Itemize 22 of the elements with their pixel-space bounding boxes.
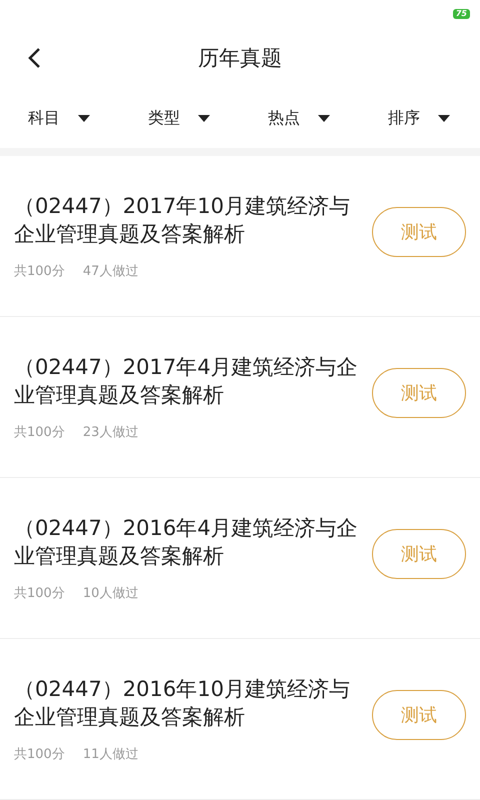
attempts-text: 47人做过 [82,262,138,280]
score-text: 共100分 [14,584,65,602]
attempts-text: 11人做过 [82,746,138,763]
score-text: 共100分 [14,424,65,441]
filter-dropdown[interactable]: 热点 [240,108,330,129]
attempts-text: 10人做过 [82,584,138,602]
paper-title: （02447）2016年10月建筑经济与企业管理真题及答案解析 [14,676,351,731]
attempts-text: 23人做过 [82,424,138,441]
battery-icon: 75 [452,8,470,19]
filter-dropdown[interactable]: 科目 [0,108,90,129]
caret-down-icon [78,114,90,122]
score-text: 共100分 [14,262,65,280]
paper-title: （02447）2017年10月建筑经济与企业管理真题及答案解析 [14,192,351,248]
page-title: 历年真题 [198,45,282,72]
caret-down-icon [318,114,330,122]
caret-down-icon [198,114,210,122]
filter-dropdown[interactable]: 排序 [360,108,450,129]
paper-title: （02447）2017年4月建筑经济与企业管理真题及答案解析 [14,354,358,409]
paper-title: （02447）2016年4月建筑经济与企业管理真题及答案解析 [14,514,358,570]
score-text: 共100分 [14,746,65,763]
caret-down-icon [438,114,450,122]
filter-dropdown[interactable]: 类型 [120,108,210,129]
